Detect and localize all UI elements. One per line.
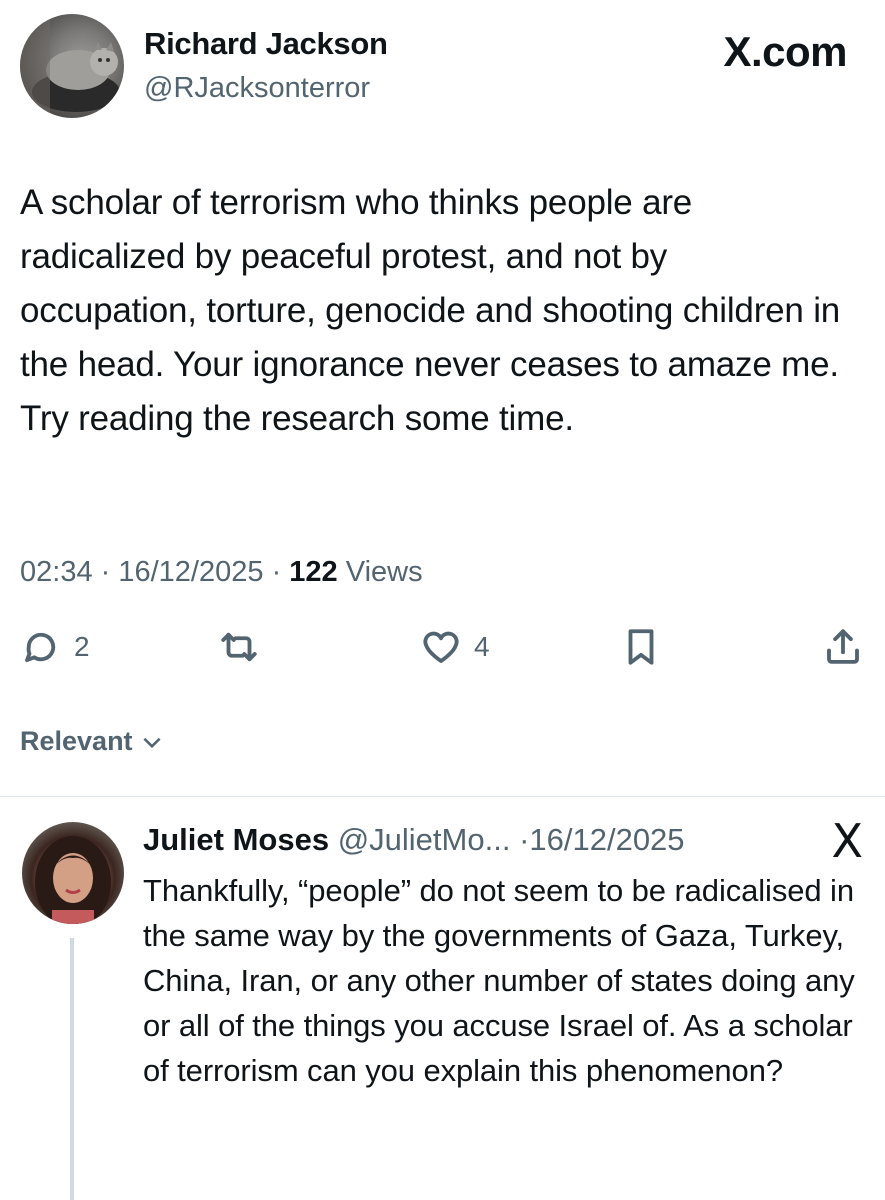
reply-date: 16/12/2025 [529, 822, 685, 857]
views-count: 122 [289, 556, 338, 588]
reply-author-handle[interactable]: @JulietMo... [338, 822, 511, 857]
reply-header: Juliet Moses @JulietMo... ·16/12/2025 [143, 822, 685, 858]
sort-label: Relevant [20, 726, 133, 756]
reply-author-avatar[interactable] [22, 822, 124, 924]
reply-separator: · [519, 822, 530, 857]
author-handle[interactable]: @RJacksonterror [144, 72, 370, 105]
reply-count: 2 [74, 631, 90, 662]
tweet-meta: 02:34 · 16/12/2025 · 122 Views [20, 556, 423, 589]
repost-icon [221, 632, 257, 662]
reply-icon [25, 632, 56, 663]
author-avatar[interactable] [20, 14, 124, 118]
share-icon [827, 629, 859, 664]
reply-text: Thankfully, “people” do not seem to be r… [143, 873, 855, 1088]
divider [0, 796, 885, 797]
brand-logo: X.com [723, 28, 847, 75]
share-button[interactable] [822, 626, 864, 668]
author-name[interactable]: Richard Jackson [144, 26, 388, 62]
meta-separator: · [271, 556, 290, 588]
meta-separator: · [100, 556, 119, 588]
thread-line [70, 938, 74, 1200]
sort-dropdown[interactable]: Relevant [20, 726, 165, 757]
tweet-date: 16/12/2025 [118, 556, 264, 588]
like-count: 4 [474, 631, 490, 662]
person-photo [35, 836, 111, 924]
bookmark-button[interactable] [620, 626, 662, 668]
repost-button[interactable] [218, 626, 260, 668]
reply-button[interactable]: 2 [20, 626, 90, 668]
tweet-time: 02:34 [20, 556, 93, 588]
cat-photo [20, 14, 120, 118]
chevron-down-icon [143, 737, 161, 748]
heart-icon [423, 631, 459, 663]
like-button[interactable]: 4 [420, 626, 490, 668]
views-label: Views [345, 556, 423, 588]
tweet-text: A scholar of terrorism who thinks people… [20, 183, 841, 438]
reply-author-name[interactable]: Juliet Moses [143, 822, 329, 857]
bookmark-icon [628, 629, 654, 665]
x-logo-icon: X [831, 814, 863, 868]
